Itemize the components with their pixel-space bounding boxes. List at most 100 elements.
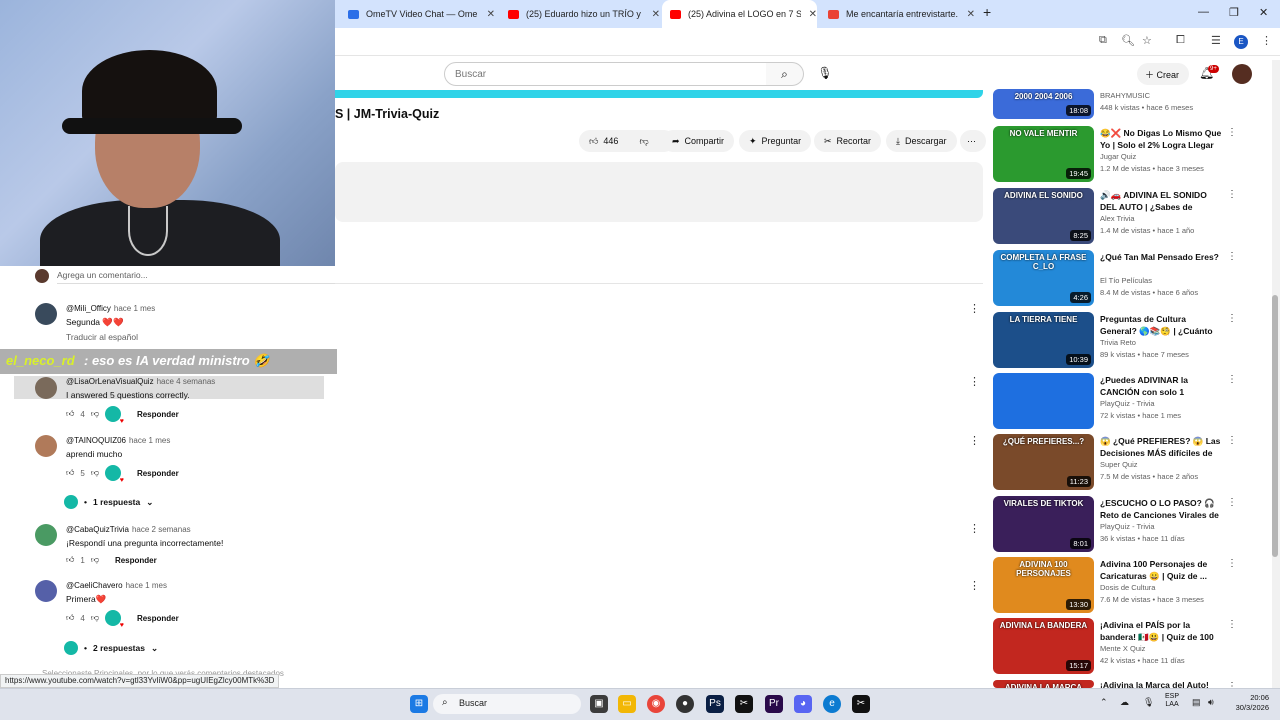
tab-gmail[interactable]: Me encantaría entrevistarte. - ✕: [820, 4, 975, 24]
comment-author[interactable]: @CabaQuizTrivia hace 2 semanas: [66, 525, 191, 534]
task-view-icon[interactable]: ▣: [590, 695, 608, 713]
comment-author[interactable]: @CaeliChavero hace 1 mes: [66, 581, 167, 590]
thumbs-up-icon[interactable]: 👍︎: [66, 468, 74, 478]
download-button[interactable]: ⤓ Descargar: [886, 130, 957, 152]
close-icon[interactable]: ✕: [652, 9, 660, 20]
new-tab-icon[interactable]: +: [983, 4, 991, 20]
avatar[interactable]: [35, 524, 57, 546]
translate-link[interactable]: Traducir al español: [66, 332, 138, 342]
chrome-icon[interactable]: ◉: [647, 695, 665, 713]
share-button[interactable]: ➦ Compartir: [662, 130, 735, 152]
thumbs-up-icon[interactable]: 👍︎: [589, 136, 598, 147]
tab-adivina-logo[interactable]: (25) Adivina el LOGO en 7 SEG ✕: [662, 0, 817, 28]
reply-button[interactable]: Responder: [137, 469, 179, 478]
view-replies-button[interactable]: • 2 respuestas ⌄: [64, 641, 158, 655]
voice-search-button[interactable]: 🎙︎: [812, 62, 838, 86]
channel-name[interactable]: Mente X Quiz: [1100, 644, 1145, 653]
thumbs-down-icon[interactable]: 👎︎: [91, 468, 99, 478]
account-avatar[interactable]: [1232, 64, 1252, 84]
video-thumbnail[interactable]: [993, 373, 1094, 429]
thumbs-down-icon[interactable]: 👎︎: [91, 409, 99, 419]
recommended-video-title[interactable]: Preguntas de Cultura General? 🌎📚🧐 | ¿Cuá…: [1100, 313, 1222, 337]
recommended-video-title[interactable]: ¡Adivina el PAÍS por la bandera! 🇲🇽😃 | Q…: [1100, 619, 1222, 643]
create-button[interactable]: ＋ Crear: [1137, 63, 1189, 85]
recommended-video-title[interactable]: ¿Qué Tan Mal Pensado Eres?: [1100, 251, 1222, 263]
tab-eduardo[interactable]: (25) Eduardo hizo un TRÍO y nc ✕: [500, 4, 660, 24]
video-thumbnail[interactable]: ADIVINA EL SONIDO 8:25: [993, 188, 1094, 244]
close-window-icon[interactable]: ✕: [1259, 6, 1268, 19]
comment-author[interactable]: @Mili_Officy hace 1 mes: [66, 304, 155, 313]
video-menu-icon[interactable]: ⋮: [1227, 619, 1237, 630]
channel-name[interactable]: Dosis de Cultura: [1100, 583, 1155, 592]
comment-menu-icon[interactable]: ⋮: [969, 434, 980, 447]
video-thumbnail[interactable]: ADIVINA 100 PERSONAJES 13:30: [993, 557, 1094, 613]
recommended-video-title[interactable]: 😂❌ No Digas Lo Mismo Que Yo | Solo el 2%…: [1100, 127, 1222, 151]
comment-author[interactable]: @LisaOrLenaVisualQuiz hace 4 semanas: [66, 377, 215, 386]
photoshop-icon[interactable]: Ps: [706, 695, 724, 713]
video-menu-icon[interactable]: ⋮: [1227, 497, 1237, 508]
video-menu-icon[interactable]: ⋮: [1227, 435, 1237, 446]
more-actions-button[interactable]: ⋯: [960, 130, 986, 152]
obs-icon[interactable]: ●: [676, 695, 694, 713]
avatar[interactable]: [35, 435, 57, 457]
reply-button[interactable]: Responder: [137, 410, 179, 419]
thumbs-up-icon[interactable]: 👍︎: [66, 555, 74, 565]
clip-button[interactable]: ✂ Recortar: [814, 130, 882, 152]
reading-list-icon[interactable]: ☰: [1211, 34, 1221, 47]
recommended-video-title[interactable]: ¿ESCUCHO O LO PASO? 🎧 Reto de Canciones …: [1100, 497, 1222, 521]
channel-name[interactable]: Trivia Reto: [1100, 338, 1136, 347]
install-app-icon[interactable]: ⧉: [1099, 34, 1107, 47]
avatar[interactable]: [35, 303, 57, 325]
file-explorer-icon[interactable]: ▭: [618, 695, 636, 713]
video-menu-icon[interactable]: ⋮: [1227, 313, 1237, 324]
network-icon[interactable]: ▤: [1192, 697, 1201, 708]
tray-chevron-icon[interactable]: ⌃: [1100, 697, 1108, 708]
channel-name[interactable]: Alex Trivia: [1100, 214, 1135, 223]
edge-icon[interactable]: e: [823, 695, 841, 713]
comment-menu-icon[interactable]: ⋮: [969, 375, 980, 388]
profile-avatar[interactable]: E: [1234, 35, 1248, 49]
comment-author[interactable]: @TAINOQUIZ06 hace 1 mes: [66, 436, 170, 445]
comment-menu-icon[interactable]: ⋮: [969, 302, 980, 315]
extensions-icon[interactable]: ⧠: [1176, 34, 1185, 47]
recommended-video-title[interactable]: ¿Puedes ADIVINAR la CANCIÓN con solo 1 S…: [1100, 374, 1222, 398]
description-box[interactable]: [335, 162, 983, 222]
premiere-icon[interactable]: Pr: [765, 695, 783, 713]
channel-name[interactable]: PlayQuiz - Trivia: [1100, 522, 1155, 531]
capcut-icon[interactable]: ✂: [735, 695, 753, 713]
browser-menu-icon[interactable]: ⋮: [1261, 34, 1272, 47]
channel-name[interactable]: Super Quiz: [1100, 460, 1138, 469]
reply-button[interactable]: Responder: [137, 614, 179, 623]
video-thumbnail[interactable]: VIRALES DE TIKTOK 8:01: [993, 496, 1094, 552]
input-language[interactable]: ESP LAA: [1165, 693, 1179, 709]
minimize-icon[interactable]: —: [1198, 6, 1209, 18]
video-menu-icon[interactable]: ⋮: [1227, 251, 1237, 262]
video-thumbnail[interactable]: ¿QUÉ PREFIERES...? 11:23: [993, 434, 1094, 490]
channel-name[interactable]: BRAHYMUSIC: [1100, 91, 1150, 100]
system-clock[interactable]: 20:06 30/3/2026: [1225, 693, 1269, 713]
close-icon[interactable]: ✕: [967, 9, 975, 20]
video-thumbnail[interactable]: NO VALE MENTIR 19:45: [993, 126, 1094, 182]
thumbs-up-icon[interactable]: 👍︎: [66, 409, 74, 419]
channel-name[interactable]: PlayQuiz - Trivia: [1100, 399, 1155, 408]
comment-menu-icon[interactable]: ⋮: [969, 579, 980, 592]
close-icon[interactable]: ✕: [809, 9, 817, 20]
video-thumbnail[interactable]: LA TIERRA TIENE 10:39: [993, 312, 1094, 368]
ask-button[interactable]: ✦ Preguntar: [739, 130, 812, 152]
video-thumbnail[interactable]: COMPLETA LA FRASE C_LO 4:26: [993, 250, 1094, 306]
discord-icon[interactable]: ◕: [794, 695, 812, 713]
tray-app-icon[interactable]: ☁: [1120, 697, 1129, 708]
video-thumbnail[interactable]: ADIVINA LA BANDERA 15:17: [993, 618, 1094, 674]
avatar[interactable]: [35, 580, 57, 602]
channel-name[interactable]: El Tío Películas: [1100, 276, 1152, 285]
thumbs-up-icon[interactable]: 👍︎: [66, 613, 74, 623]
thumbs-down-icon[interactable]: 👎︎: [639, 136, 648, 147]
video-thumbnail[interactable]: ADIVINA LA MARCA: [993, 680, 1094, 688]
recommended-video-title[interactable]: 😱 ¿Qué PREFIERES? 😱 Las Decisiones MÁS d…: [1100, 435, 1222, 459]
like-dislike-group[interactable]: 👍︎ 446 👎︎: [579, 130, 675, 152]
video-menu-icon[interactable]: ⋮: [1227, 374, 1237, 385]
thumbs-down-icon[interactable]: 👎︎: [91, 555, 99, 565]
channel-name[interactable]: Jugar Quiz: [1100, 152, 1136, 161]
video-player[interactable]: [335, 90, 983, 98]
comment-menu-icon[interactable]: ⋮: [969, 522, 980, 535]
